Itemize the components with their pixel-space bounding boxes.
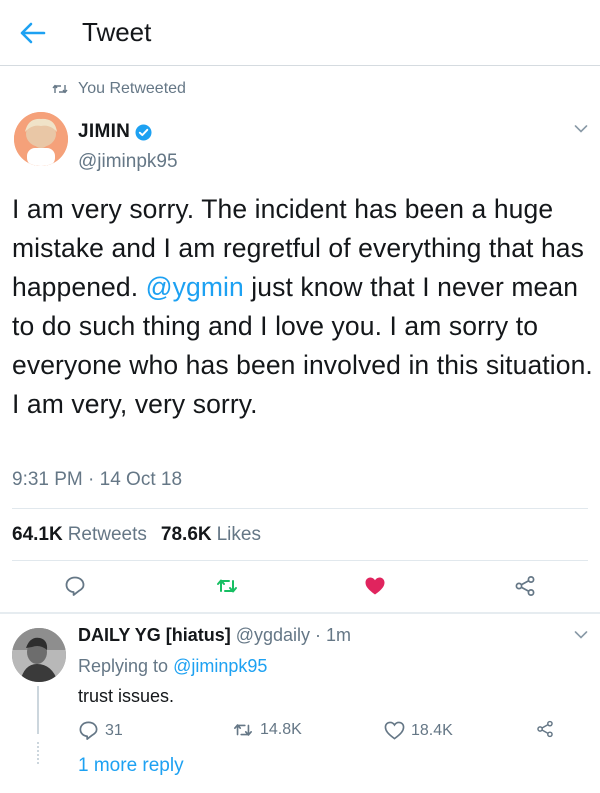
mention-link[interactable]: @ygmin xyxy=(146,272,244,302)
top-bar: Tweet xyxy=(0,0,600,66)
heart-outline-icon xyxy=(384,721,405,740)
share-icon[interactable] xyxy=(514,575,536,597)
reply-author-avatar[interactable] xyxy=(12,628,66,682)
likes-count: 78.6K xyxy=(160,524,212,545)
reply-retweet-button[interactable]: 14.8K xyxy=(232,720,302,740)
reply-icon[interactable] xyxy=(64,575,86,597)
replying-to: Replying to @jiminpk95 xyxy=(78,656,267,677)
tweet-stats: 64.1K Retweets 78.6K Likes xyxy=(12,524,275,546)
retweet-icon xyxy=(234,724,252,736)
like-count: 18.4K xyxy=(411,721,453,739)
likes-stat[interactable]: 78.6K Likes xyxy=(161,524,261,546)
reply-like-button[interactable]: 18.4K xyxy=(384,720,453,741)
reply-avatar-image xyxy=(12,628,66,682)
author-handle: @jiminpk95 xyxy=(78,151,178,172)
more-replies-link[interactable]: 1 more reply xyxy=(78,755,184,777)
retweet-context: You Retweeted xyxy=(52,78,186,100)
retweet-count: 14.8K xyxy=(260,721,302,738)
chevron-down-icon[interactable] xyxy=(574,630,588,640)
tweet-text: I am very sorry. The incident has been a… xyxy=(12,190,594,424)
share-icon xyxy=(537,720,553,738)
tweet-timestamp[interactable]: 9:31 PM · 14 Oct 18 xyxy=(12,469,182,491)
chevron-down-icon[interactable] xyxy=(574,124,588,134)
retweet-icon[interactable] xyxy=(216,575,238,597)
reply-time: · 1m xyxy=(315,625,352,645)
heart-icon[interactable] xyxy=(364,575,386,597)
divider xyxy=(12,508,588,509)
likes-label: Likes xyxy=(216,524,261,545)
retweets-stat[interactable]: 64.1K Retweets xyxy=(12,524,147,546)
reply-handle: @ygdaily xyxy=(235,625,311,645)
author-avatar-image xyxy=(14,112,68,166)
reply-share-button[interactable] xyxy=(536,720,560,738)
author-display-name[interactable]: JIMIN xyxy=(78,121,130,143)
retweets-count: 64.1K xyxy=(12,524,63,545)
reply-reply-button[interactable]: 31 xyxy=(78,720,123,741)
retweets-label: Retweets xyxy=(67,524,147,545)
arrow-left-icon[interactable] xyxy=(18,20,46,46)
page-title: Tweet xyxy=(82,17,152,47)
reply-header: DAILY YG [hiatus] @ygdaily · 1m xyxy=(78,625,351,646)
author-avatar[interactable] xyxy=(14,112,68,166)
retweet-context-label: You Retweeted xyxy=(78,80,186,97)
thread-dots xyxy=(37,742,39,764)
replying-prefix: Replying to xyxy=(78,656,169,676)
retweet-icon xyxy=(52,84,68,94)
divider xyxy=(12,560,588,561)
reply-icon xyxy=(79,721,98,740)
author-name-row: JIMIN xyxy=(78,121,152,143)
thread-line xyxy=(37,686,39,734)
section-divider xyxy=(0,612,600,614)
replying-to-link[interactable]: @jiminpk95 xyxy=(173,656,267,676)
reply-display-name[interactable]: DAILY YG [hiatus] xyxy=(78,625,231,645)
verified-badge-icon xyxy=(135,124,152,140)
reply-count: 31 xyxy=(105,721,123,739)
reply-text: trust issues. xyxy=(78,686,175,706)
